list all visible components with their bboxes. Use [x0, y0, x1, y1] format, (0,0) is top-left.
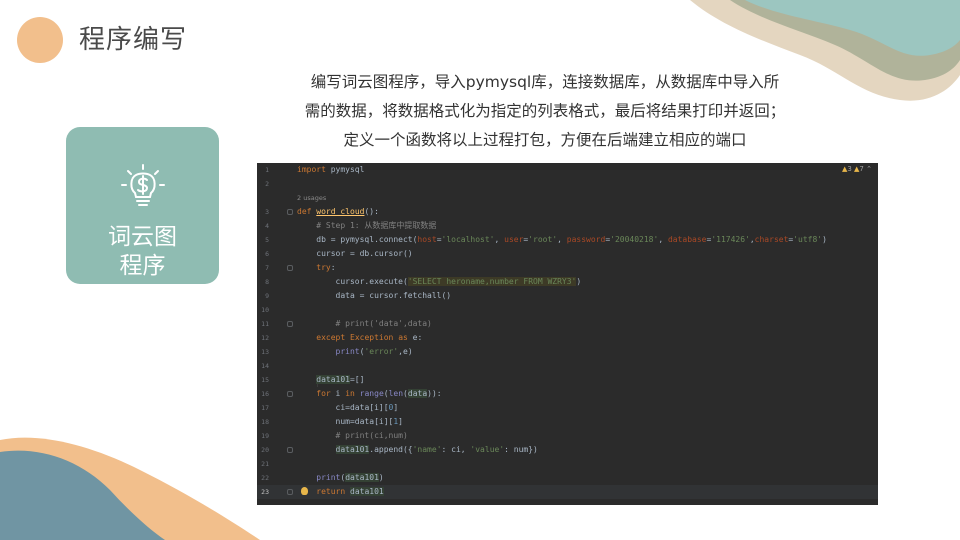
code-line[interactable]: 19 # print(ci,num): [257, 429, 878, 443]
fold-marker-icon[interactable]: [287, 447, 293, 453]
code-line[interactable]: 9 data = cursor.fetchall(): [257, 289, 878, 303]
fold-marker-icon[interactable]: [287, 391, 293, 397]
line-number: 23: [261, 488, 269, 496]
line-number: 17: [261, 404, 269, 412]
code-line[interactable]: 17 ci=data[i][0]: [257, 401, 878, 415]
line-number: 3: [265, 208, 269, 216]
fold-marker-icon[interactable]: [287, 265, 293, 271]
description: 编写词云图程序，导入pymysql库，连接数据库，从数据库中导入所 需的数据，将…: [290, 68, 800, 155]
line-number: 9: [265, 292, 269, 300]
line-number: 7: [265, 264, 269, 272]
code-line[interactable]: 14: [257, 359, 878, 373]
program-card: 词云图 程序: [66, 127, 219, 284]
line-number: 10: [261, 306, 269, 314]
line-number: 5: [265, 236, 269, 244]
fold-marker-icon[interactable]: [287, 209, 293, 215]
code-line[interactable]: 7 try:: [257, 261, 878, 275]
code-line[interactable]: 11 # print('data',data): [257, 317, 878, 331]
card-label: 词云图 程序: [66, 223, 219, 281]
page-title: 程序编写: [79, 25, 188, 55]
code-line[interactable]: 3 def word_cloud():: [257, 205, 878, 219]
code-line[interactable]: 22 print(data101): [257, 471, 878, 485]
code-line-current[interactable]: 23 return data101: [257, 485, 878, 499]
line-number: 2: [265, 180, 269, 188]
line-number: 6: [265, 250, 269, 258]
code-line[interactable]: 18 num=data[i][1]: [257, 415, 878, 429]
line-number: 12: [261, 334, 269, 342]
money-bulb-icon: [121, 164, 165, 206]
code-line[interactable]: 8 cursor.execute('SELECT heroname,number…: [257, 275, 878, 289]
code-line[interactable]: 21: [257, 457, 878, 471]
line-number: 8: [265, 278, 269, 286]
code-line[interactable]: 20 data101.append({'name': ci, 'value': …: [257, 443, 878, 457]
line-number: 21: [261, 460, 269, 468]
line-number: 16: [261, 390, 269, 398]
code-line[interactable]: 16 for i in range(len(data)):: [257, 387, 878, 401]
line-number: 20: [261, 446, 269, 454]
code-line[interactable]: 10: [257, 303, 878, 317]
code-line[interactable]: 1 import pymysql: [257, 163, 878, 177]
code-line[interactable]: 4 # Step 1: 从数据库中提取数据: [257, 219, 878, 233]
line-number: 22: [261, 474, 269, 482]
code-line[interactable]: 2: [257, 177, 878, 191]
description-line: 编写词云图程序，导入pymysql库，连接数据库，从数据库中导入所: [310, 73, 780, 91]
fold-marker-icon[interactable]: [287, 489, 293, 495]
code-line[interactable]: 5 db = pymysql.connect(host='localhost',…: [257, 233, 878, 247]
line-number: 15: [261, 376, 269, 384]
description-line: 需的数据，将数据格式化为指定的列表格式，最后将结果打印并返回；: [304, 102, 786, 120]
line-number: 1: [265, 166, 269, 174]
line-number: 14: [261, 362, 269, 370]
line-number: 13: [261, 348, 269, 356]
usages-hint[interactable]: 2 usages: [257, 191, 878, 205]
code-editor: ▲3 ▲7 ⌃ 1 import pymysql 2 2 usages 3 de…: [257, 163, 878, 505]
title-marker-circle: [17, 17, 63, 63]
code-line[interactable]: 6 cursor = db.cursor(): [257, 247, 878, 261]
line-number: 11: [261, 320, 269, 328]
line-number: 19: [261, 432, 269, 440]
fold-marker-icon[interactable]: [287, 321, 293, 327]
card-label-line: 程序: [119, 253, 166, 279]
code-line[interactable]: 12 except Exception as e:: [257, 331, 878, 345]
line-number: 18: [261, 418, 269, 426]
code-line[interactable]: 13 print('error',e): [257, 345, 878, 359]
card-label-line: 词云图: [108, 224, 177, 250]
code-line[interactable]: 15 data101=[]: [257, 373, 878, 387]
description-line: 定义一个函数将以上过程打包，方便在后端建立相应的端口: [343, 131, 747, 149]
line-number: 4: [265, 222, 269, 230]
